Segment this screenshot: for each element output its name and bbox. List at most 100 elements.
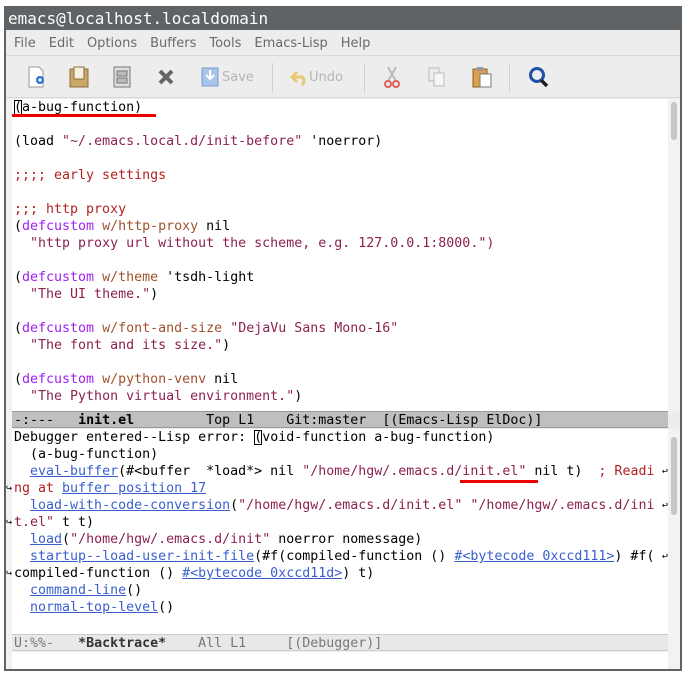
- code-token: (: [14, 219, 23, 234]
- toolbar-separator: [272, 63, 273, 93]
- code-line: startup--load-user-init-file(#f(compiled…: [12, 548, 668, 565]
- code-token: defcustom: [22, 321, 95, 336]
- code-token: defcustom: [22, 219, 95, 234]
- code-token: "/home/hgw/.emacs.d/init": [70, 532, 271, 547]
- backtrace-link[interactable]: eval-buffer: [30, 464, 118, 479]
- echo-area[interactable]: [12, 652, 668, 669]
- toolbar-separator: [509, 63, 510, 93]
- menu-emacs-lisp[interactable]: Emacs-Lisp: [254, 32, 334, 55]
- open-file-button[interactable]: [68, 65, 90, 89]
- code-token: noerror nomessage): [270, 532, 423, 547]
- menu-bar: File Edit Options Buffers Tools Emacs-Li…: [6, 32, 680, 56]
- code-line: (defcustom w/python-venv nil: [12, 371, 668, 388]
- scrollbar-thumb[interactable]: [671, 437, 677, 515]
- code-token: (a-bug-function): [14, 447, 159, 462]
- undo-button[interactable]: Undo: [289, 65, 343, 89]
- code-token: (#f(compiled-function (): [254, 549, 455, 564]
- close-buffer-button[interactable]: [156, 65, 176, 89]
- cursor: (: [14, 100, 23, 115]
- mode-line-status: -:---: [14, 413, 55, 428]
- code-token: compiled-function (): [14, 566, 183, 581]
- code-token: w/theme: [102, 270, 159, 285]
- code-token: "http proxy url without the scheme, e.g.…: [30, 236, 495, 251]
- copy-button[interactable]: [426, 65, 446, 89]
- undo-icon: [289, 70, 306, 87]
- code-token: ) t): [342, 566, 375, 581]
- mode-line-modes: [(Emacs-Lisp ElDoc)]: [382, 413, 543, 428]
- code-token: ; Readi: [598, 464, 655, 479]
- mode-line-vc: Git:master: [286, 413, 367, 428]
- wrap-continued-icon: ↪: [6, 483, 13, 494]
- menu-edit[interactable]: Edit: [49, 32, 81, 55]
- code-token: void-function a-bug-function): [262, 430, 495, 445]
- backtrace-link[interactable]: #<bytecode 0xccd111>: [454, 549, 614, 564]
- code-line: load-with-code-conversion("/home/hgw/.em…: [12, 497, 668, 514]
- paste-icon: [472, 67, 492, 88]
- code-line: ng at buffer position 17 ↪: [6, 480, 668, 497]
- new-file-icon: [28, 66, 44, 88]
- code-token: w/python-venv: [102, 372, 207, 387]
- save-button[interactable]: Save: [200, 65, 254, 89]
- scrollbar-thumb[interactable]: [671, 102, 677, 140]
- backtrace-link[interactable]: command-line: [30, 583, 126, 598]
- code-token: ): [294, 389, 303, 404]
- mode-line-active[interactable]: -:--- init.el Top L1 Git:master [(Emacs-…: [12, 411, 668, 428]
- code-line: load("/home/hgw/.emacs.d/init" noerror n…: [12, 531, 668, 548]
- backtrace-link[interactable]: startup--load-user-init-file: [30, 549, 254, 564]
- emacs-window: emacs@localhost.localdomain File Edit Op…: [4, 6, 682, 671]
- backtrace-link[interactable]: buffer position 17: [62, 481, 206, 496]
- editor-init-el[interactable]: (a-bug-function) (load "~/.emacs.local.d/…: [12, 99, 668, 412]
- cursor: (: [254, 430, 263, 445]
- code-line: "The UI theme."): [12, 286, 668, 303]
- code-token: "DejaVu Sans Mono-16": [230, 321, 399, 336]
- undo-label: Undo: [309, 69, 343, 85]
- menu-options[interactable]: Options: [87, 32, 144, 55]
- scrollbar-top[interactable]: [668, 99, 680, 412]
- menu-file[interactable]: File: [14, 32, 43, 55]
- code-token: nil t): [526, 464, 599, 479]
- code-line: compiled-function () #<bytecode 0xccd11d…: [6, 565, 668, 582]
- dired-button[interactable]: [112, 65, 132, 89]
- code-line: (a-bug-function): [12, 446, 668, 463]
- mode-line-buffer-name: init.el: [78, 413, 135, 428]
- search-button[interactable]: [528, 65, 550, 89]
- backtrace-link[interactable]: load-with-code-conversion: [30, 498, 230, 513]
- code-token: ng at: [14, 481, 63, 496]
- cut-button[interactable]: [382, 65, 402, 89]
- code-line: "http proxy url without the scheme, e.g.…: [12, 235, 668, 252]
- menu-tools[interactable]: Tools: [209, 32, 248, 55]
- backtrace-link[interactable]: normal-top-level: [30, 600, 158, 615]
- code-line: Debugger entered--Lisp error: (void-func…: [12, 429, 668, 446]
- backtrace-link[interactable]: load: [30, 532, 62, 547]
- code-line: command-line(): [12, 582, 668, 599]
- backtrace-link[interactable]: #<bytecode 0xccd11d>: [182, 566, 342, 581]
- code-line: "The Python virtual environment."): [12, 388, 668, 405]
- mode-line-inactive[interactable]: U:%%- *Backtrace* All L1 [(Debugger)]: [12, 634, 668, 651]
- editor-backtrace[interactable]: Debugger entered--Lisp error: (void-func…: [6, 429, 668, 634]
- menu-help[interactable]: Help: [341, 32, 378, 55]
- code-line: t.el" t t) ↪: [6, 514, 668, 531]
- annotation-underline: [12, 114, 156, 117]
- menu-buffers[interactable]: Buffers: [150, 32, 203, 55]
- code-token: (): [158, 600, 175, 615]
- paste-button[interactable]: [471, 65, 493, 89]
- toolbar: Save Undo: [6, 57, 680, 98]
- new-file-button[interactable]: [26, 65, 46, 89]
- code-token: w/http-proxy: [102, 219, 199, 234]
- scrollbar-bottom[interactable]: [668, 429, 680, 669]
- code-token: "The UI theme.": [30, 287, 151, 302]
- close-icon: [158, 69, 174, 85]
- code-line: (load "~/.emacs.local.d/init-before" 'no…: [12, 133, 668, 150]
- code-token: (: [62, 532, 71, 547]
